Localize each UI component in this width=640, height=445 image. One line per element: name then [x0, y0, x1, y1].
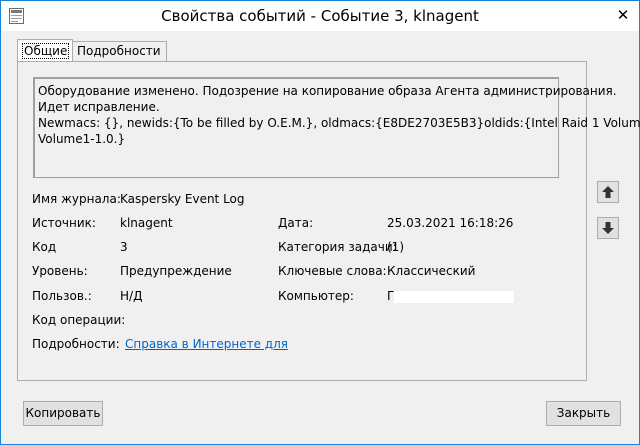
user-label: Пользов.: [32, 289, 92, 303]
user-value: Н/Д [120, 289, 143, 303]
description-line: Volume1-1.0.} [38, 132, 126, 146]
copy-button[interactable]: Копировать [23, 401, 103, 426]
previous-event-button[interactable] [597, 181, 619, 203]
online-help-link[interactable]: Справка в Интернете для [125, 337, 288, 351]
opcode-label: Код операции: [32, 313, 126, 327]
description-line: Идет исправление. [38, 100, 160, 114]
close-window-button[interactable]: ✕ [609, 3, 637, 27]
computer-value: Г [387, 289, 515, 303]
next-event-button[interactable] [597, 217, 619, 239]
level-label: Уровень: [32, 264, 88, 278]
description-line: Оборудование изменено. Подозрение на коп… [38, 84, 617, 98]
event-properties-window: Свойства событий - Событие 3, klnagent ✕… [0, 0, 640, 445]
tab-details-label: Подробности [77, 44, 161, 58]
source-value: klnagent [120, 216, 173, 230]
computer-label: Компьютер: [278, 289, 354, 303]
date-label: Дата: [278, 216, 314, 230]
close-button[interactable]: Закрыть [546, 401, 621, 426]
task-category-label: Категория задачи: [278, 240, 397, 254]
details-label: Подробности: [32, 337, 120, 351]
arrow-up-icon [602, 186, 614, 198]
log-name-label: Имя журнала: [32, 192, 121, 206]
tab-general-label: Общие [22, 43, 70, 59]
task-category-value: (1) [387, 240, 404, 254]
keywords-value: Классический [387, 264, 476, 278]
window-title: Свойства событий - Событие 3, klnagent [161, 7, 479, 25]
computer-value-text: Г [387, 289, 395, 303]
arrow-down-icon [602, 222, 614, 234]
keywords-label: Ключевые слова: [278, 264, 387, 278]
title-bar: Свойства событий - Событие 3, klnagent ✕ [1, 1, 639, 31]
code-value: 3 [120, 240, 128, 254]
event-description-box[interactable]: Оборудование изменено. Подозрение на коп… [33, 77, 640, 178]
redacted-region [394, 290, 515, 303]
general-tab-panel: Оборудование изменено. Подозрение на коп… [17, 61, 640, 381]
code-label: Код [32, 240, 57, 254]
tab-details[interactable]: Подробности [72, 41, 167, 61]
level-value: Предупреждение [120, 264, 232, 278]
tab-general[interactable]: Общие [17, 39, 73, 62]
date-value: 25.03.2021 16:18:26 [387, 216, 514, 230]
source-label: Источник: [32, 216, 96, 230]
log-name-value: Kaspersky Event Log [120, 192, 245, 206]
description-line: Newmacs: {}, newids:{To be filled by O.E… [38, 116, 640, 130]
